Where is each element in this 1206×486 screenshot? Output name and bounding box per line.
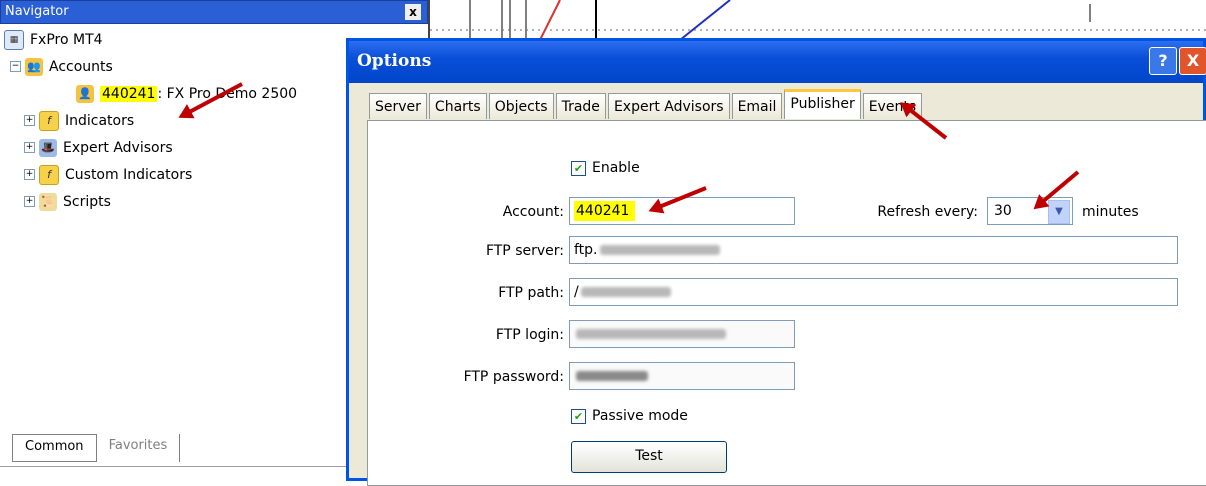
tree-label-accounts: Accounts xyxy=(49,58,113,75)
ftp-login-label: FTP login: xyxy=(495,327,564,343)
ftp-server-value: ftp. xyxy=(574,242,598,258)
test-button[interactable]: Test xyxy=(571,441,727,473)
tree-label-custom-indicators: Custom Indicators xyxy=(65,166,193,183)
expand-icon[interactable]: + xyxy=(24,196,35,207)
checkmark-icon: ✔ xyxy=(571,408,586,424)
ftp-path-field[interactable]: / xyxy=(569,278,1178,306)
refresh-value: 30 xyxy=(994,203,1012,219)
tab-server[interactable]: Server xyxy=(369,93,427,119)
tree-label-scripts: Scripts xyxy=(63,193,111,210)
blurred-text xyxy=(599,245,720,255)
tree-label-expert-advisors: Expert Advisors xyxy=(63,139,173,156)
expand-icon[interactable]: + xyxy=(24,142,35,153)
tab-common[interactable]: Common xyxy=(12,434,97,462)
tab-trade[interactable]: Trade xyxy=(555,93,606,119)
scripts-icon: 📜 xyxy=(39,192,57,211)
expert-advisors-icon: 🎩 xyxy=(39,138,57,157)
collapse-icon[interactable]: − xyxy=(10,61,21,72)
refresh-label: Refresh every: xyxy=(877,204,978,220)
chart-area xyxy=(428,0,1206,41)
tree-label-indicators: Indicators xyxy=(65,112,135,129)
ftp-password-field[interactable] xyxy=(569,362,795,390)
blurred-text xyxy=(576,329,726,339)
ftp-path-value: / xyxy=(574,284,579,300)
tab-favorites[interactable]: Favorites xyxy=(96,434,181,462)
user-icon: 👤 xyxy=(76,84,94,103)
tab-publisher[interactable]: Publisher xyxy=(784,89,861,119)
account-field[interactable]: 440241 xyxy=(569,197,795,225)
ftp-server-label: FTP server: xyxy=(485,243,564,259)
ftp-password-label: FTP password: xyxy=(463,369,564,385)
help-button[interactable]: ? xyxy=(1149,47,1177,75)
options-titlebar: Options ? X xyxy=(349,41,1206,83)
enable-checkbox[interactable]: ✔ Enable xyxy=(571,160,640,176)
accounts-icon: 👥 xyxy=(25,57,43,76)
expand-icon[interactable]: + xyxy=(24,115,35,126)
chevron-down-icon[interactable]: ▼ xyxy=(1048,200,1070,224)
navigator-titlebar: Navigator x xyxy=(0,0,428,24)
passive-mode-label: Passive mode xyxy=(592,408,688,424)
blurred-text xyxy=(580,287,671,297)
account-number: 440241 xyxy=(100,85,158,102)
navigator-close-button[interactable]: x xyxy=(405,4,421,20)
ftp-path-label: FTP path: xyxy=(498,285,564,301)
indicators-icon: f xyxy=(39,110,59,131)
account-label: Account: xyxy=(502,204,564,220)
checkmark-icon: ✔ xyxy=(571,160,586,176)
close-button[interactable]: X xyxy=(1179,47,1206,75)
tree-label-root: FxPro MT4 xyxy=(30,31,103,48)
account-value: 440241 xyxy=(574,201,636,221)
ftp-server-field[interactable]: ftp. xyxy=(569,236,1178,264)
expand-icon[interactable]: + xyxy=(24,169,35,180)
options-tabs: Server Charts Objects Trade Expert Advis… xyxy=(369,89,924,121)
terminal-icon: ▦ xyxy=(4,29,24,50)
tab-email[interactable]: Email xyxy=(731,93,783,119)
ftp-login-field[interactable] xyxy=(569,320,795,348)
chart-lines xyxy=(430,0,1206,41)
navigator-title: Navigator xyxy=(5,4,69,19)
tab-expert-advisors[interactable]: Expert Advisors xyxy=(607,93,730,119)
navigator-tabs: Common Favorites xyxy=(12,434,181,462)
tab-objects[interactable]: Objects xyxy=(488,93,554,119)
refresh-unit: minutes xyxy=(1082,204,1139,220)
options-title: Options xyxy=(357,51,432,71)
enable-label: Enable xyxy=(592,160,640,176)
blurred-text xyxy=(576,371,648,381)
tab-charts[interactable]: Charts xyxy=(428,93,487,119)
passive-mode-checkbox[interactable]: ✔ Passive mode xyxy=(571,408,688,424)
custom-indicators-icon: f xyxy=(39,164,59,185)
